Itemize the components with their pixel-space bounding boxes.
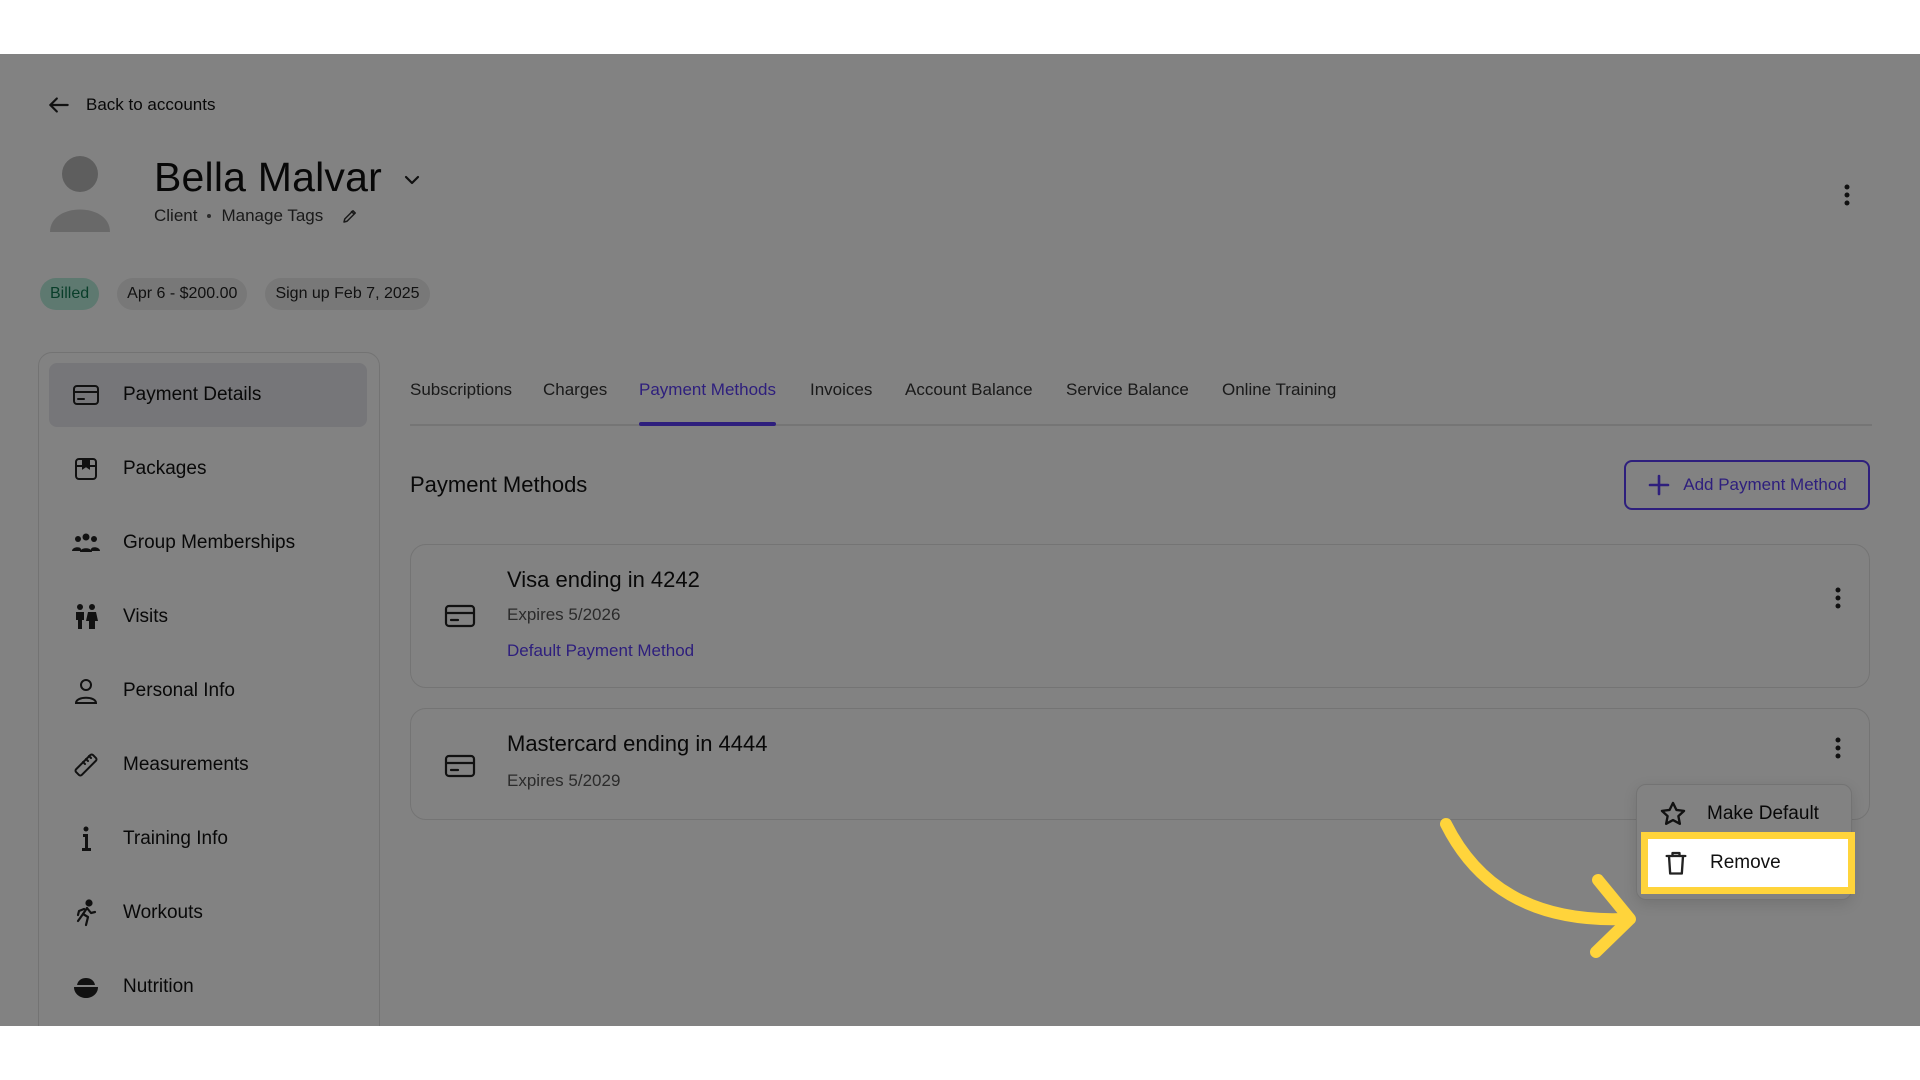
add-payment-method-button[interactable]: Add Payment Method	[1624, 460, 1870, 510]
ruler-icon	[74, 753, 98, 777]
default-payment-label: Default Payment Method	[507, 641, 695, 660]
tab-charges[interactable]: Charges	[543, 372, 607, 424]
credit-card-icon	[73, 385, 99, 405]
sidebar-item-label: Packages	[123, 458, 207, 479]
sidebar-item-label: Training Info	[123, 828, 228, 849]
card-expiry: Expires 5/2029	[507, 771, 621, 790]
sidebar-item-label: Measurements	[123, 754, 249, 775]
sidebar-item-label: Payment Details	[123, 384, 262, 405]
tab-service-balance[interactable]: Service Balance	[1066, 372, 1189, 424]
person-icon	[74, 679, 98, 704]
client-name-row: Bella Malvar	[154, 154, 424, 201]
sidebar-item-training-info[interactable]: Training Info	[49, 807, 367, 871]
package-icon	[75, 458, 97, 480]
card-expiry: Expires 5/2026	[507, 605, 621, 624]
client-name: Bella Malvar	[154, 154, 382, 200]
account-tabs: Subscriptions Charges Payment Methods In…	[410, 372, 1872, 426]
sidebar-item-payment-details[interactable]: Payment Details	[49, 363, 367, 427]
pencil-icon[interactable]	[341, 207, 359, 225]
next-billing-badge: Apr 6 - $200.00	[117, 278, 248, 310]
avatar	[50, 156, 110, 232]
client-subtitle: Client Manage Tags	[154, 206, 359, 226]
credit-card-icon	[444, 754, 476, 778]
running-icon	[76, 899, 97, 927]
tab-payment-methods[interactable]: Payment Methods	[639, 372, 777, 426]
sidebar-item-label: Visits	[123, 606, 169, 627]
sidebar-item-group-memberships[interactable]: Group Memberships	[49, 511, 367, 575]
account-badges: Billed Apr 6 - $200.00 Sign up Feb 7, 20…	[40, 278, 430, 310]
billed-badge: Billed	[40, 278, 100, 310]
arrow-left-icon	[49, 97, 69, 113]
remove-menu-item[interactable]: Remove	[1641, 832, 1855, 894]
tab-online-training[interactable]: Online Training	[1222, 372, 1336, 424]
add-payment-method-label: Add Payment Method	[1683, 475, 1847, 494]
sidebar-item-personal-info[interactable]: Personal Info	[49, 659, 367, 723]
credit-card-icon	[444, 604, 476, 628]
client-role: Client	[154, 206, 198, 225]
plus-icon	[1648, 474, 1670, 496]
back-label: Back to accounts	[86, 95, 216, 114]
sidebar-item-label: Group Memberships	[123, 532, 296, 553]
trash-icon	[1665, 851, 1687, 875]
card-title: Mastercard ending in 4444	[507, 731, 768, 756]
more-options-icon[interactable]	[1823, 733, 1853, 763]
sidebar-item-nutrition[interactable]: Nutrition	[49, 955, 367, 1019]
more-options-icon[interactable]	[1832, 180, 1862, 210]
payment-method-card: Visa ending in 4242 Expires 5/2026 Defau…	[410, 544, 1870, 688]
section-title: Payment Methods	[410, 472, 588, 497]
chevron-down-icon[interactable]	[400, 168, 424, 192]
menu-item-label: Make Default	[1707, 803, 1819, 824]
signup-date-badge: Sign up Feb 7, 2025	[265, 278, 430, 310]
separator-dot	[207, 214, 212, 218]
back-to-accounts-link[interactable]: Back to accounts	[46, 92, 215, 118]
tab-invoices[interactable]: Invoices	[810, 372, 872, 424]
sidebar-item-packages[interactable]: Packages	[49, 437, 367, 501]
card-title: Visa ending in 4242	[507, 567, 700, 592]
sidebar-item-label: Nutrition	[123, 976, 194, 997]
sidebar-item-visits[interactable]: Visits	[49, 585, 367, 649]
sidebar-item-workouts[interactable]: Workouts	[49, 881, 367, 945]
manage-tags-link[interactable]: Manage Tags	[221, 206, 323, 226]
star-icon	[1660, 801, 1686, 825]
group-icon	[72, 533, 100, 552]
sidebar-item-label: Personal Info	[123, 680, 235, 701]
visits-icon	[76, 604, 98, 629]
sidebar-item-measurements[interactable]: Measurements	[49, 733, 367, 797]
pointer-arrow-icon	[1440, 818, 1636, 958]
tab-subscriptions[interactable]: Subscriptions	[410, 372, 512, 424]
bowl-icon	[74, 978, 98, 998]
tab-account-balance[interactable]: Account Balance	[905, 372, 1033, 424]
info-icon	[82, 826, 91, 851]
sidebar-item-label: Workouts	[123, 902, 203, 923]
menu-item-label: Remove	[1710, 852, 1781, 873]
sidebar: Payment Details Packages Group Membershi…	[38, 352, 380, 1026]
app-window: Back to accounts Bella Malvar Client Man…	[0, 54, 1920, 1026]
more-options-icon[interactable]	[1823, 583, 1853, 613]
